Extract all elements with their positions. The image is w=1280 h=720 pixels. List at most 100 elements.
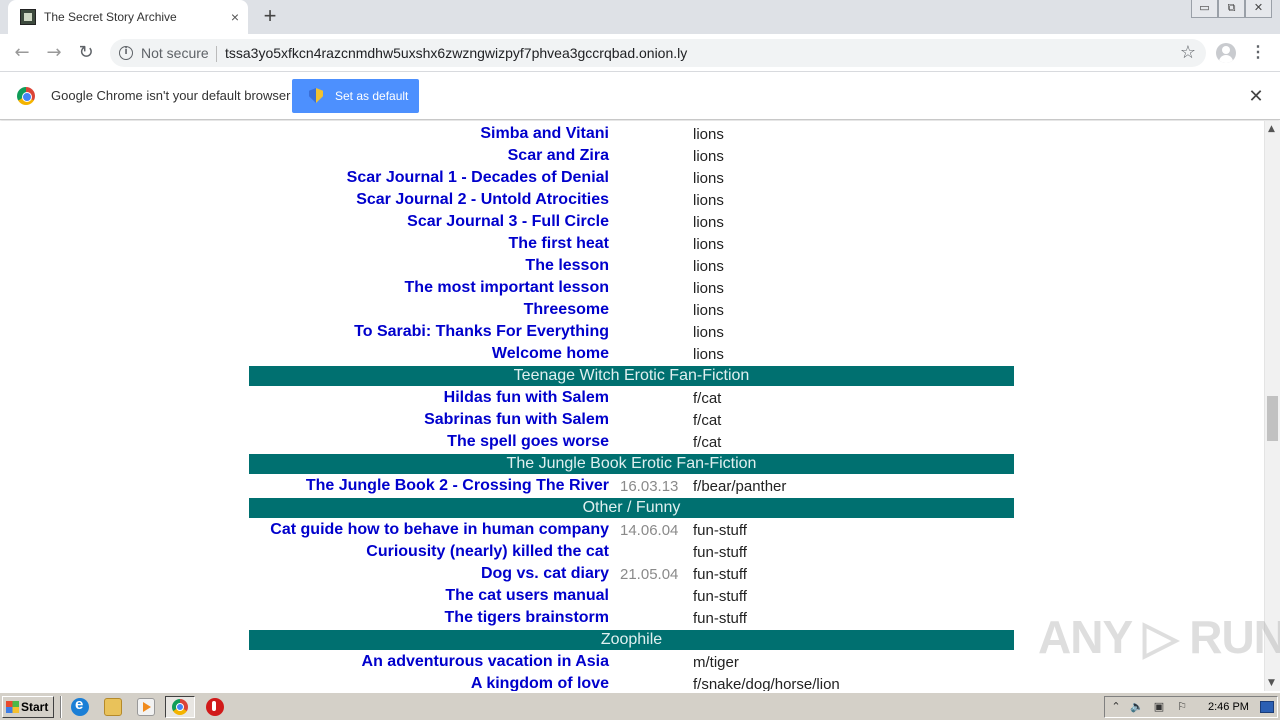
story-row: Curiousity (nearly) killed the cat fun-st… <box>249 541 1014 563</box>
story-row: Hildas fun with Salem f/cat <box>249 387 1014 409</box>
story-link[interactable]: An adventurous vacation in Asia <box>362 653 609 671</box>
story-link[interactable]: Welcome home <box>492 345 609 363</box>
infobar-message: Google Chrome isn't your default browser <box>51 88 291 103</box>
story-category: lions <box>693 258 724 275</box>
story-table: Simba and Vitani lions Scar and Zira lions S… <box>249 123 1014 691</box>
infobar-close-button[interactable]: ✕ <box>1247 86 1265 107</box>
section-header: The Jungle Book Erotic Fan-Fiction <box>249 454 1014 474</box>
show-desktop-icon[interactable] <box>1260 701 1274 713</box>
story-date: 16.03.13 <box>620 478 679 495</box>
story-category: f/bear/panther <box>693 478 787 495</box>
story-category: lions <box>693 214 724 231</box>
page-content: Simba and Vitani lions Scar and Zira lions S… <box>0 121 1264 691</box>
set-as-default-button[interactable]: Set as default <box>292 79 419 113</box>
story-row: The most important lesson lions <box>249 277 1014 299</box>
story-link[interactable]: The tigers brainstorm <box>445 609 609 627</box>
story-date: 14.06.04 <box>620 522 679 539</box>
forward-arrow-icon[interactable]: → <box>42 41 66 65</box>
story-link[interactable]: The lesson <box>525 257 609 275</box>
back-arrow-icon[interactable]: ← <box>10 41 34 65</box>
url-text[interactable]: tssa3yo5xfkcn4razcnmdhw5uxshx6zwzngwizpy… <box>225 45 687 61</box>
info-icon[interactable]: i <box>119 46 133 60</box>
volume-icon[interactable]: 🔈 <box>1130 700 1144 714</box>
set-as-default-label: Set as default <box>335 89 409 103</box>
story-link[interactable]: The Jungle Book 2 - Crossing The River <box>306 477 609 495</box>
close-window-button[interactable]: ✕ <box>1245 0 1272 18</box>
restore-button[interactable]: ⧉ <box>1218 0 1245 18</box>
network-icon[interactable]: ▣ <box>1152 700 1166 714</box>
section-header: Zoophile <box>249 630 1014 650</box>
taskbar-clock[interactable]: 2:46 PM <box>1208 701 1249 713</box>
story-category: fun-stuff <box>693 588 747 605</box>
story-link[interactable]: To Sarabi: Thanks For Everything <box>354 323 609 341</box>
story-row: The tigers brainstorm fun-stuff <box>249 607 1014 629</box>
default-browser-infobar: Google Chrome isn't your default browser… <box>0 72 1280 120</box>
tab-close-button[interactable]: × <box>226 8 244 26</box>
story-link[interactable]: Hildas fun with Salem <box>444 389 609 407</box>
scroll-thumb[interactable] <box>1267 396 1278 441</box>
story-row: An adventurous vacation in Asia m/tiger <box>249 651 1014 673</box>
profile-avatar-icon[interactable] <box>1216 43 1236 63</box>
action-center-flag-icon[interactable]: ⚐ <box>1175 700 1189 714</box>
story-link[interactable]: Scar Journal 3 - Full Circle <box>407 213 609 231</box>
active-tab[interactable]: The Secret Story Archive × <box>8 0 248 34</box>
story-row: The cat users manual fun-stuff <box>249 585 1014 607</box>
story-link[interactable]: Curiousity (nearly) killed the cat <box>366 543 609 561</box>
story-link[interactable]: The spell goes worse <box>447 433 609 451</box>
opera-icon[interactable] <box>206 698 224 716</box>
vertical-scrollbar[interactable]: ▲ ▼ <box>1264 121 1280 691</box>
show-hidden-icons-icon[interactable]: ⌃ <box>1109 700 1123 714</box>
story-category: fun-stuff <box>693 566 747 583</box>
media-player-icon[interactable] <box>137 698 155 716</box>
story-link[interactable]: Cat guide how to behave in human company <box>270 521 609 539</box>
address-bar[interactable]: i Not secure tssa3yo5xfkcn4razcnmdhw5uxs… <box>110 39 1206 67</box>
minimize-button[interactable]: ▭ <box>1191 0 1218 18</box>
bookmark-star-icon[interactable]: ☆ <box>1180 42 1196 63</box>
window-controls: ▭ ⧉ ✕ <box>1191 0 1272 20</box>
story-link[interactable]: Scar Journal 1 - Decades of Denial <box>347 169 609 187</box>
tab-title: The Secret Story Archive <box>44 10 177 24</box>
story-link[interactable]: Scar Journal 2 - Untold Atrocities <box>356 191 609 209</box>
system-tray: ⌃ 🔈 ▣ ⚐ 2:46 PM <box>1104 696 1278 718</box>
story-row: Welcome home lions <box>249 343 1014 365</box>
omnibox-divider <box>216 46 217 62</box>
story-row: Sabrinas fun with Salem f/cat <box>249 409 1014 431</box>
story-link[interactable]: A kingdom of love <box>471 675 609 691</box>
story-category: lions <box>693 148 724 165</box>
tab-favicon-icon <box>20 9 36 25</box>
explorer-folder-icon[interactable] <box>104 698 122 716</box>
section-header: Teenage Witch Erotic Fan-Fiction <box>249 366 1014 386</box>
story-row: To Sarabi: Thanks For Everything lions <box>249 321 1014 343</box>
story-link[interactable]: Sabrinas fun with Salem <box>424 411 609 429</box>
story-link[interactable]: Simba and Vitani <box>480 125 609 143</box>
new-tab-button[interactable]: + <box>258 4 282 28</box>
reload-icon[interactable]: ↻ <box>74 41 98 65</box>
story-link[interactable]: The cat users manual <box>445 587 609 605</box>
chrome-icon <box>172 699 188 715</box>
story-row: The lesson lions <box>249 255 1014 277</box>
story-link[interactable]: The most important lesson <box>405 279 609 297</box>
story-link[interactable]: Threesome <box>524 301 609 319</box>
start-label: Start <box>21 700 49 714</box>
menu-kebab-icon[interactable]: ⋮ <box>1250 43 1266 63</box>
story-category: f/cat <box>693 412 722 429</box>
story-link[interactable]: The first heat <box>509 235 609 253</box>
section-header: Other / Funny <box>249 498 1014 518</box>
story-category: fun-stuff <box>693 522 747 539</box>
scroll-down-arrow-icon[interactable]: ▼ <box>1268 678 1275 688</box>
story-category: lions <box>693 192 724 209</box>
story-link[interactable]: Dog vs. cat diary <box>481 565 609 583</box>
scroll-up-arrow-icon[interactable]: ▲ <box>1268 124 1275 134</box>
security-status[interactable]: Not secure <box>141 45 209 61</box>
story-category: f/cat <box>693 390 722 407</box>
story-row: A kingdom of love f/snake/dog/horse/lion <box>249 673 1014 691</box>
story-row: Scar Journal 2 - Untold Atrocities lions <box>249 189 1014 211</box>
taskbar-separator <box>60 696 62 718</box>
story-row: Dog vs. cat diary 21.05.04 fun-stuff <box>249 563 1014 585</box>
internet-explorer-icon[interactable] <box>71 696 89 716</box>
chrome-taskbar-button[interactable] <box>165 696 195 718</box>
start-button[interactable]: Start <box>2 696 54 718</box>
story-link[interactable]: Scar and Zira <box>508 147 609 165</box>
story-row: The spell goes worse f/cat <box>249 431 1014 453</box>
anyrun-watermark: ANY ▷ RUN <box>1038 611 1280 663</box>
